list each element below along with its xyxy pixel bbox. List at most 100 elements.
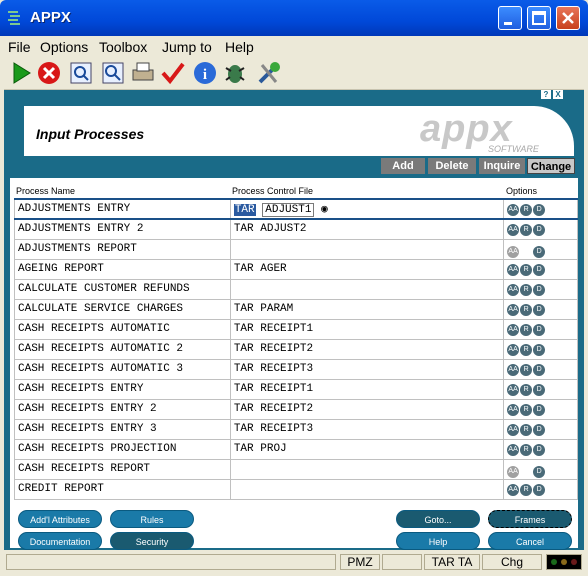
option-d-button[interactable]: D: [533, 465, 546, 478]
process-control-file-cell[interactable]: TAR ADJUST2: [229, 218, 505, 240]
menu-options[interactable]: Options: [40, 39, 88, 55]
process-name-cell[interactable]: ADJUSTMENTS ENTRY 2: [14, 218, 231, 240]
option-a-button[interactable]: AA: [507, 483, 520, 496]
find-icon[interactable]: [68, 60, 94, 86]
table-row[interactable]: CASH RECEIPTS ENTRY 3 TAR RECEIPT3 AA R D: [14, 418, 578, 440]
option-a-button[interactable]: AA: [507, 383, 520, 396]
option-r-button[interactable]: R: [520, 343, 533, 356]
menu-help[interactable]: Help: [225, 39, 254, 55]
addl-attributes-button[interactable]: Add'l Attributes: [18, 510, 102, 528]
table-row[interactable]: CALCULATE CUSTOMER REFUNDS AA R D: [14, 278, 578, 300]
process-name-cell[interactable]: AGEING REPORT: [14, 258, 231, 280]
table-row[interactable]: CREDIT REPORT AA R D: [14, 478, 578, 500]
process-control-file-cell[interactable]: TAR PARAM: [229, 298, 505, 320]
process-control-file-cell[interactable]: TAR PROJ: [229, 438, 505, 460]
inquire-mode-button[interactable]: Inquire: [479, 158, 525, 174]
option-r-button[interactable]: R: [520, 363, 533, 376]
table-row[interactable]: CASH RECEIPTS PROJECTION TAR PROJ AA R D: [14, 438, 578, 460]
process-control-file-cell[interactable]: TAR RECEIPT2: [229, 398, 505, 420]
option-r-button[interactable]: R: [520, 283, 533, 296]
process-control-file-cell[interactable]: TAR ADJUST1 ◉: [229, 198, 505, 220]
menu-file[interactable]: File: [8, 39, 31, 55]
option-a-button[interactable]: AA: [507, 423, 520, 436]
binoculars-icon[interactable]: ◉: [321, 204, 328, 216]
option-d-button[interactable]: D: [533, 303, 546, 316]
menu-toolbox[interactable]: Toolbox: [99, 39, 147, 55]
process-name-cell[interactable]: CASH RECEIPTS ENTRY 3: [14, 418, 231, 440]
table-row[interactable]: CASH RECEIPTS AUTOMATIC 3 TAR RECEIPT3 AA R…: [14, 358, 578, 380]
process-name-cell[interactable]: CASH RECEIPTS ENTRY 2: [14, 398, 231, 420]
panel-help-button[interactable]: ?: [541, 90, 551, 99]
option-a-button[interactable]: AA: [507, 245, 520, 258]
option-r-button[interactable]: R: [520, 443, 533, 456]
option-d-button[interactable]: D: [533, 363, 546, 376]
stop-icon[interactable]: [36, 60, 62, 86]
process-name-cell[interactable]: ADJUSTMENTS REPORT: [14, 238, 231, 260]
option-r-button[interactable]: R: [520, 323, 533, 336]
rules-button[interactable]: Rules: [110, 510, 194, 528]
delete-mode-button[interactable]: Delete: [428, 158, 476, 174]
option-a-button[interactable]: AA: [507, 203, 520, 216]
table-row[interactable]: CASH RECEIPTS AUTOMATIC TAR RECEIPT1 AA R D: [14, 318, 578, 340]
option-r-button[interactable]: R: [520, 203, 533, 216]
maximize-button[interactable]: [527, 6, 551, 30]
option-d-button[interactable]: D: [533, 323, 546, 336]
add-mode-button[interactable]: Add: [381, 158, 425, 174]
change-mode-button[interactable]: Change: [527, 158, 575, 174]
table-row[interactable]: ADJUSTMENTS ENTRY 2 TAR ADJUST2 AA R D: [14, 218, 578, 240]
option-r-button[interactable]: R: [520, 403, 533, 416]
option-r-button[interactable]: R: [520, 423, 533, 436]
table-row[interactable]: ADJUSTMENTS REPORT AA D: [14, 238, 578, 260]
find-next-icon[interactable]: [100, 60, 126, 86]
option-r-button[interactable]: R: [520, 303, 533, 316]
minimize-button[interactable]: [498, 6, 522, 30]
help-button[interactable]: Help: [396, 532, 480, 550]
security-button[interactable]: Security: [110, 532, 194, 550]
table-row[interactable]: AGEING REPORT TAR AGER AA R D: [14, 258, 578, 280]
option-d-button[interactable]: D: [533, 223, 546, 236]
process-name-cell[interactable]: CASH RECEIPTS AUTOMATIC 2: [14, 338, 231, 360]
goto-button[interactable]: Goto...: [396, 510, 480, 528]
table-row[interactable]: CASH RECEIPTS ENTRY 2 TAR RECEIPT2 AA R D: [14, 398, 578, 420]
process-name-cell[interactable]: CREDIT REPORT: [14, 478, 231, 500]
process-name-cell[interactable]: CASH RECEIPTS AUTOMATIC: [14, 318, 231, 340]
option-r-button[interactable]: R: [520, 483, 533, 496]
option-a-button[interactable]: AA: [507, 263, 520, 276]
cancel-button[interactable]: Cancel: [488, 532, 572, 550]
process-name-cell[interactable]: CALCULATE CUSTOMER REFUNDS: [14, 278, 231, 300]
option-a-button[interactable]: AA: [507, 303, 520, 316]
option-a-button[interactable]: AA: [507, 343, 520, 356]
option-a-button[interactable]: AA: [507, 403, 520, 416]
process-name-cell[interactable]: CASH RECEIPTS PROJECTION: [14, 438, 231, 460]
option-r-button[interactable]: R: [520, 223, 533, 236]
info-icon[interactable]: i: [192, 60, 218, 86]
option-a-button[interactable]: AA: [507, 323, 520, 336]
option-d-button[interactable]: D: [533, 383, 546, 396]
run-icon[interactable]: [8, 60, 34, 86]
table-row[interactable]: CASH RECEIPTS ENTRY TAR RECEIPT1 AA R D: [14, 378, 578, 400]
option-r-button[interactable]: R: [520, 263, 533, 276]
process-control-file-cell[interactable]: [229, 278, 505, 300]
frames-button[interactable]: Frames: [488, 510, 572, 528]
process-control-file-cell[interactable]: TAR RECEIPT2: [229, 338, 505, 360]
table-row[interactable]: CALCULATE SERVICE CHARGES TAR PARAM AA R D: [14, 298, 578, 320]
option-d-button[interactable]: D: [533, 263, 546, 276]
option-a-button[interactable]: AA: [507, 443, 520, 456]
process-control-file-cell[interactable]: TAR RECEIPT1: [229, 318, 505, 340]
option-a-button[interactable]: AA: [507, 465, 520, 478]
documentation-button[interactable]: Documentation: [18, 532, 102, 550]
process-name-cell[interactable]: CASH RECEIPTS REPORT: [14, 458, 231, 480]
process-control-file-cell[interactable]: TAR RECEIPT3: [229, 358, 505, 380]
bug-icon[interactable]: [222, 60, 248, 86]
process-name-cell[interactable]: ADJUSTMENTS ENTRY: [14, 198, 231, 220]
option-d-button[interactable]: D: [533, 483, 546, 496]
option-d-button[interactable]: D: [533, 245, 546, 258]
option-d-button[interactable]: D: [533, 403, 546, 416]
option-a-button[interactable]: AA: [507, 283, 520, 296]
process-control-file-cell[interactable]: TAR AGER: [229, 258, 505, 280]
process-name-cell[interactable]: CALCULATE SERVICE CHARGES: [14, 298, 231, 320]
pcf-app[interactable]: TAR: [233, 203, 256, 216]
process-name-cell[interactable]: CASH RECEIPTS ENTRY: [14, 378, 231, 400]
menu-jump-to[interactable]: Jump to: [162, 39, 212, 55]
option-a-button[interactable]: AA: [507, 363, 520, 376]
